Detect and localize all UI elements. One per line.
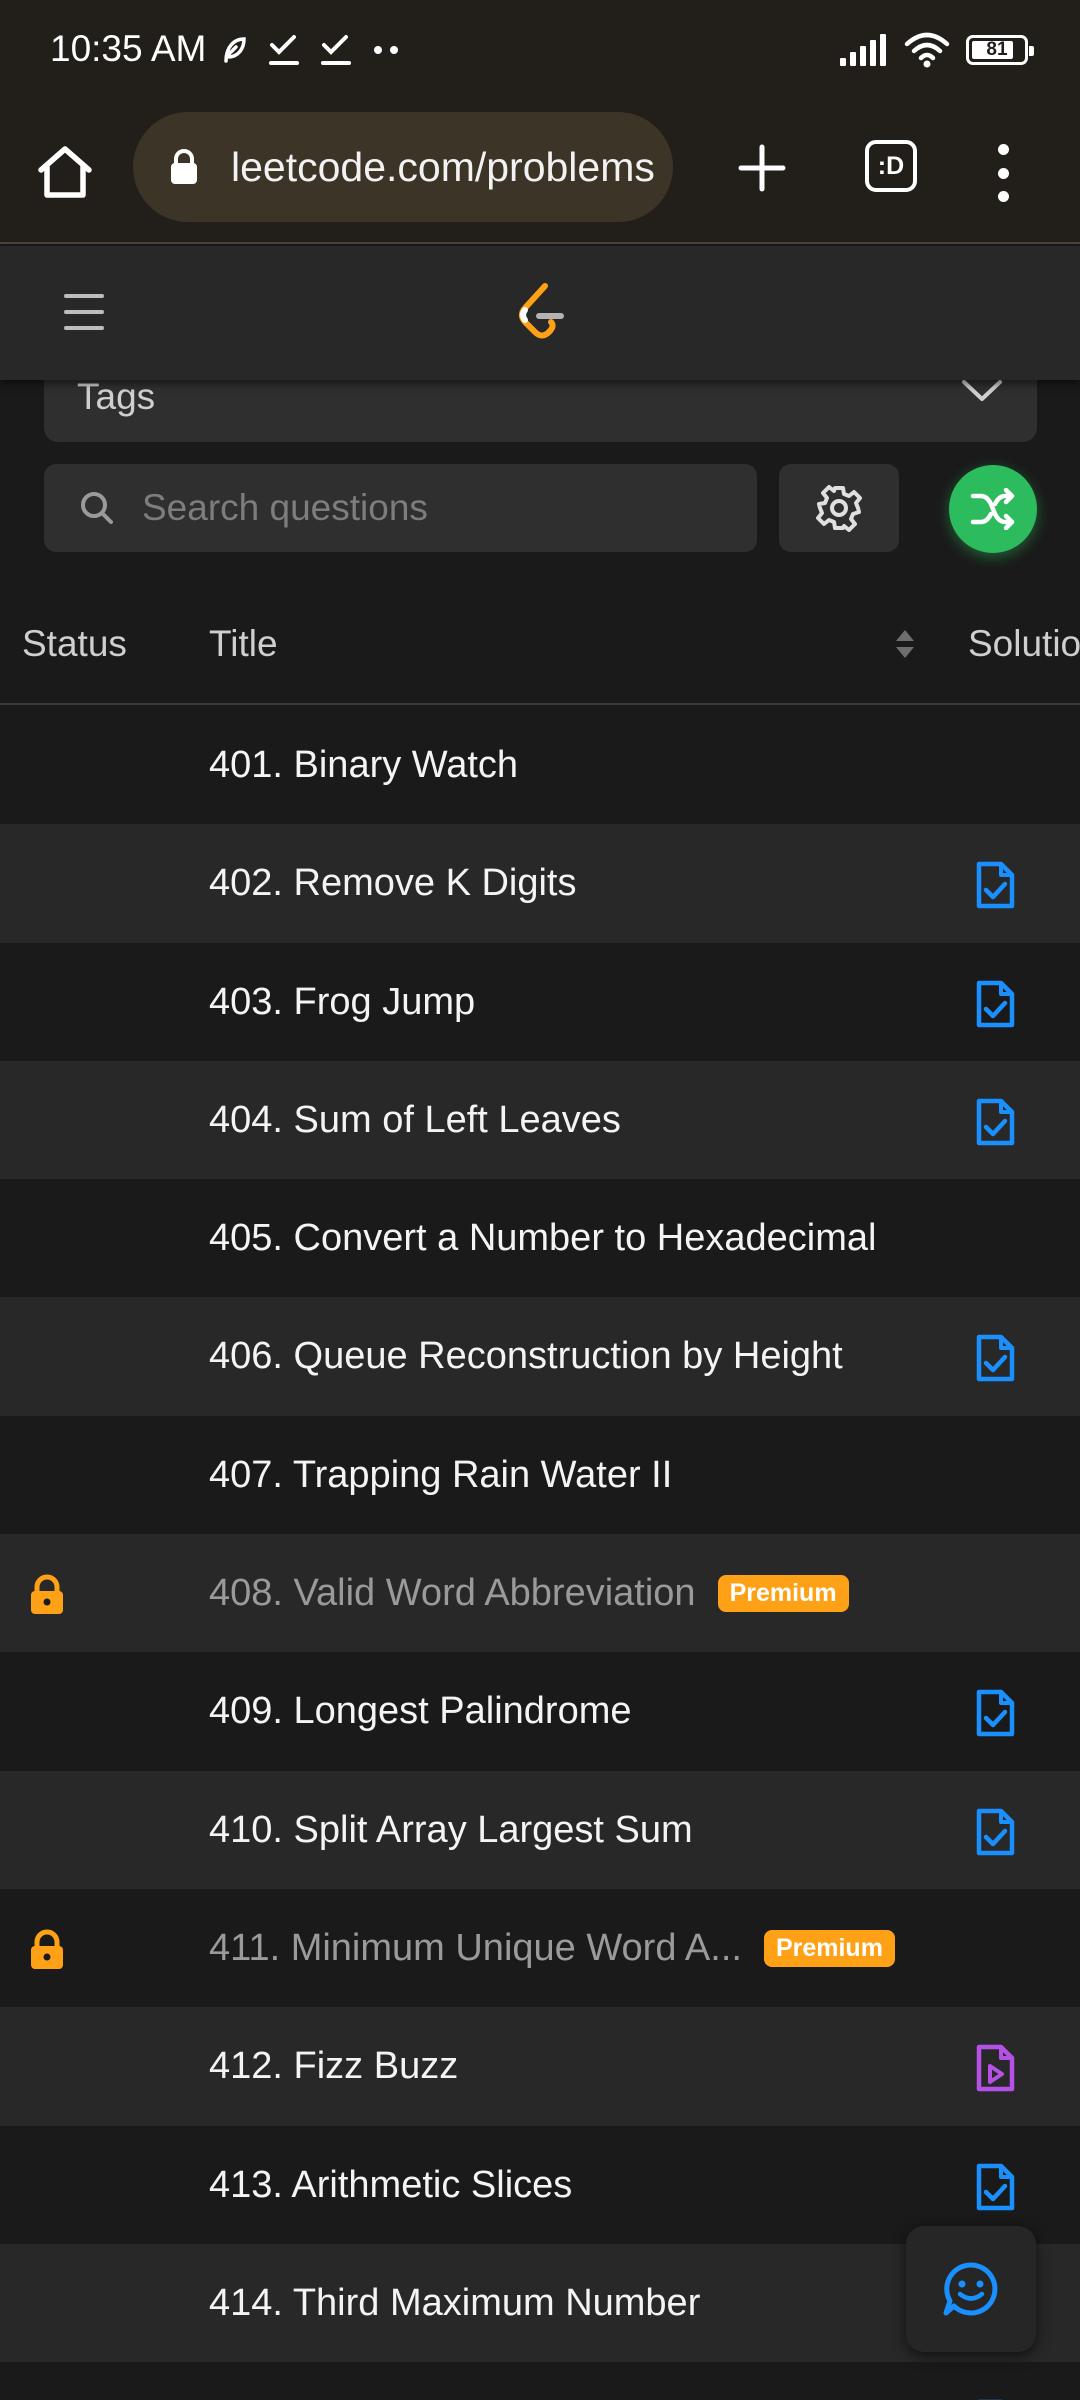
problem-title-text: 411. Minimum Unique Word A... <box>209 1926 742 1969</box>
problem-title-link[interactable]: 403. Frog Jump <box>209 981 475 1024</box>
settings-button[interactable] <box>779 464 899 552</box>
problem-title-link[interactable]: 401. Binary Watch <box>209 744 518 787</box>
table-row[interactable]: 409. Longest Palindrome <box>0 1652 1080 1771</box>
problem-title-text: 408. Valid Word Abbreviation <box>209 1572 696 1615</box>
problem-title-link[interactable]: 405. Convert a Number to Hexadecimal <box>209 1217 876 1260</box>
table-row[interactable]: 408. Valid Word Abbreviation Premium <box>0 1534 1080 1653</box>
problem-title-link[interactable]: 406. Queue Reconstruction by Height <box>209 1335 843 1378</box>
search-input[interactable] <box>142 464 732 552</box>
table-row[interactable]: 405. Convert a Number to Hexadecimal <box>0 1179 1080 1298</box>
status-system-icons: 81 <box>840 28 1034 72</box>
shuffle-icon <box>970 488 1015 530</box>
premium-lock-icon <box>27 1574 67 1621</box>
url-bar[interactable]: leetcode.com/problems <box>133 112 673 222</box>
chat-smiley-icon <box>943 2262 998 2316</box>
table-row[interactable] <box>0 2362 1080 2400</box>
problem-title-link[interactable]: 404. Sum of Left Leaves <box>209 1099 621 1142</box>
problem-title-text: 401. Binary Watch <box>209 744 519 786</box>
premium-badge: Premium <box>763 1929 895 1967</box>
table-row[interactable]: 401. Binary Watch <box>0 706 1080 825</box>
problem-title-text: 414. Third Maximum Number <box>209 2281 701 2324</box>
problem-title-text: 403. Frog Jump <box>209 980 476 1023</box>
table-row[interactable]: 404. Sum of Left Leaves <box>0 1060 1080 1180</box>
table-row[interactable]: 411. Minimum Unique Word A... Premium <box>0 1888 1080 2008</box>
table-row[interactable]: 402. Remove K Digits <box>0 824 1080 943</box>
notification-check-icon <box>321 35 351 65</box>
notification-check-icon <box>269 35 299 65</box>
gear-icon <box>816 485 862 532</box>
status-bar: 10:35 AM 81 <box>0 0 1080 100</box>
solution-article-icon[interactable] <box>974 860 1016 915</box>
table-row[interactable]: 403. Frog Jump <box>0 942 1080 1061</box>
column-header-title[interactable]: Title <box>209 623 278 665</box>
table-header: Status Title Solution <box>0 585 1080 705</box>
table-row[interactable]: 412. Fizz Buzz <box>0 2007 1080 2126</box>
site-header <box>0 246 1080 380</box>
problem-title-link[interactable]: 414. Third Maximum Number <box>209 2282 700 2325</box>
solution-article-icon[interactable] <box>974 979 1016 1034</box>
column-header-solution[interactable]: Solution <box>968 623 1080 665</box>
status-time: 10:35 AM <box>50 28 207 69</box>
problem-title-text: 405. Convert a Number to Hexadecimal <box>209 1217 877 1260</box>
plus-icon <box>738 144 786 192</box>
pick-random-button[interactable] <box>949 465 1037 553</box>
problem-title-text: 412. Fizz Buzz <box>209 2045 459 2088</box>
problem-title-text: 402. Remove K Digits <box>209 862 577 905</box>
premium-lock-icon <box>27 1929 67 1976</box>
signal-icon <box>840 34 886 66</box>
browser-menu-button[interactable] <box>985 138 1021 208</box>
home-button[interactable] <box>30 137 100 207</box>
chevron-down-icon <box>962 380 1002 401</box>
wifi-icon <box>904 32 950 68</box>
problem-title-link[interactable]: 412. Fizz Buzz <box>209 2045 458 2088</box>
sort-icon[interactable] <box>893 627 917 661</box>
problem-title-link[interactable]: 411. Minimum Unique Word A... Premium <box>209 1927 895 1970</box>
solution-article-icon[interactable] <box>974 1688 1016 1743</box>
problem-title-link[interactable]: 409. Longest Palindrome <box>209 1690 632 1733</box>
menu-dot <box>997 167 1009 179</box>
solution-article-icon[interactable] <box>974 1333 1016 1388</box>
more-notifications-icon <box>374 46 398 54</box>
problem-title-text: 406. Queue Reconstruction by Height <box>209 1335 843 1378</box>
solution-video-icon[interactable] <box>974 2043 1016 2098</box>
problem-title-link[interactable]: 413. Arithmetic Slices <box>209 2164 572 2207</box>
solution-article-icon[interactable] <box>974 2162 1016 2217</box>
problem-title-link[interactable]: 402. Remove K Digits <box>209 862 577 905</box>
premium-badge: Premium <box>717 1575 849 1613</box>
table-row[interactable]: 406. Queue Reconstruction by Height <box>0 1297 1080 1416</box>
problem-title-text: 409. Longest Palindrome <box>209 1690 632 1733</box>
column-header-status[interactable]: Status <box>22 623 127 665</box>
table-row[interactable]: 407. Trapping Rain Water II <box>0 1415 1080 1535</box>
solution-article-icon[interactable] <box>974 1097 1016 1152</box>
problem-title-link[interactable]: 410. Split Array Largest Sum <box>209 1809 693 1852</box>
chat-button[interactable] <box>906 2226 1036 2352</box>
browser-toolbar: leetcode.com/problems :D <box>0 100 1080 244</box>
problem-title-text: 410. Split Array Largest Sum <box>209 1808 693 1851</box>
new-tab-button[interactable] <box>724 130 800 206</box>
problem-title-link[interactable]: 407. Trapping Rain Water II <box>209 1454 672 1497</box>
table-row[interactable]: 410. Split Array Largest Sum <box>0 1770 1080 1889</box>
problem-list: 401. Binary Watch 402. Remove K Digits 403… <box>0 706 1080 2400</box>
problem-title-text: 407. Trapping Rain Water II <box>209 1453 673 1496</box>
menu-dot <box>997 191 1009 202</box>
url-text: leetcode.com/problems <box>231 144 655 190</box>
problem-title-text: 404. Sum of Left Leaves <box>209 1098 621 1141</box>
tab-switcher-button[interactable]: :D <box>865 140 917 192</box>
battery-percent: 81 <box>986 39 1008 60</box>
search-box[interactable] <box>44 464 757 552</box>
problem-title-text: 413. Arithmetic Slices <box>209 2163 573 2206</box>
notification-leaf-icon <box>224 37 246 63</box>
solution-article-icon[interactable] <box>974 1807 1016 1862</box>
battery-indicator: 81 <box>966 35 1034 65</box>
menu-dot <box>997 144 1009 155</box>
problem-title-link[interactable]: 408. Valid Word Abbreviation Premium <box>209 1572 849 1615</box>
leetcode-logo[interactable] <box>515 282 569 344</box>
hamburger-icon[interactable] <box>64 294 104 330</box>
home-icon <box>38 146 92 198</box>
search-icon <box>81 492 113 524</box>
lock-icon <box>171 149 197 184</box>
status-notification-icons <box>222 30 400 70</box>
tags-label: Tags <box>77 376 156 417</box>
